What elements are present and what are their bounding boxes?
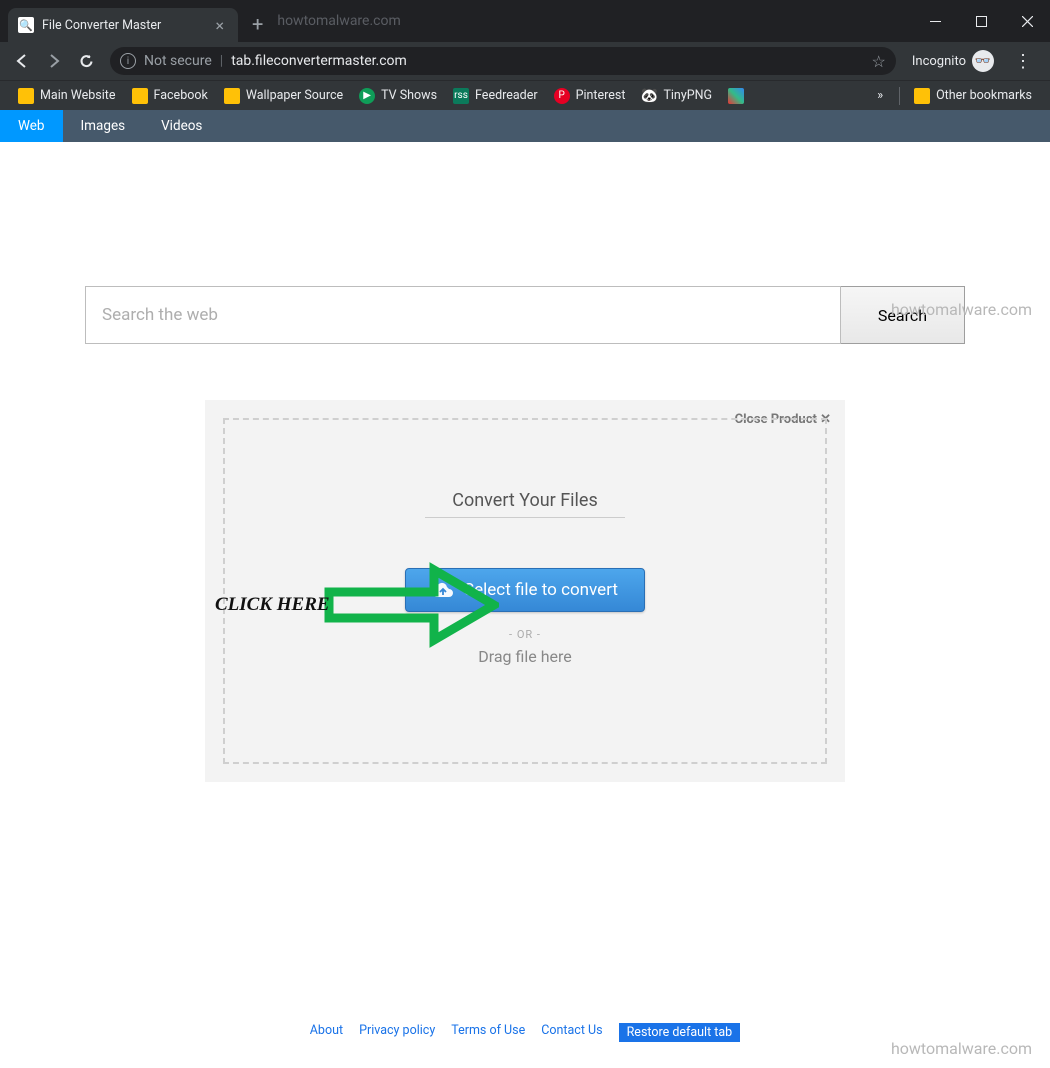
tab-title: File Converter Master	[42, 18, 161, 33]
tab-favicon: 🔍	[18, 17, 34, 33]
play-icon: ▶	[359, 88, 375, 104]
search-input[interactable]	[85, 286, 841, 344]
incognito-icon: 👓	[972, 50, 994, 72]
click-here-annotation: CLICK HERE	[215, 560, 499, 650]
watermark-bottom: howtomalware.com	[891, 1039, 1032, 1058]
folder-icon	[132, 88, 148, 104]
bookmark-extra[interactable]	[720, 88, 752, 104]
page-content: howtomalware.com Search Close Product ✕ …	[0, 286, 1050, 1068]
dropzone[interactable]: Convert Your Files Select file to conver…	[223, 418, 827, 764]
window-controls	[912, 0, 1050, 42]
browser-tab[interactable]: 🔍 File Converter Master ×	[8, 8, 238, 42]
bookmarks-overflow-icon[interactable]: »	[867, 88, 893, 103]
folder-icon	[18, 88, 34, 104]
bookmark-pinterest[interactable]: PPinterest	[546, 88, 634, 104]
footer-contact[interactable]: Contact Us	[541, 1023, 602, 1042]
convert-title: Convert Your Files	[425, 490, 625, 518]
omnibox[interactable]: i Not secure | tab.fileconvertermaster.c…	[110, 47, 896, 75]
tinypng-icon: 🐼	[641, 88, 657, 104]
not-secure-label: Not secure	[144, 53, 212, 69]
info-icon[interactable]: i	[120, 53, 136, 69]
maximize-button[interactable]	[958, 5, 1004, 37]
tab-close-icon[interactable]: ×	[211, 16, 228, 35]
bookmark-main-website[interactable]: Main Website	[10, 88, 124, 104]
close-window-button[interactable]	[1004, 5, 1050, 37]
forward-button[interactable]	[40, 47, 68, 75]
titlebar: 🔍 File Converter Master × + howtomalware…	[0, 0, 1050, 42]
omnibox-divider: |	[220, 53, 223, 69]
address-bar: i Not secure | tab.fileconvertermaster.c…	[0, 42, 1050, 80]
color-icon	[728, 88, 744, 104]
footer-terms[interactable]: Terms of Use	[451, 1023, 525, 1042]
new-tab-button[interactable]: +	[238, 12, 277, 36]
bookmark-divider	[899, 87, 900, 105]
url-text: tab.fileconvertermaster.com	[231, 53, 407, 69]
folder-icon	[224, 88, 240, 104]
arrow-icon	[324, 560, 499, 650]
other-bookmarks[interactable]: Other bookmarks	[906, 88, 1040, 104]
bookmark-star-icon[interactable]: ☆	[872, 52, 886, 71]
feedreader-icon: rss	[453, 88, 469, 104]
bookmark-tinypng[interactable]: 🐼TinyPNG	[633, 88, 720, 104]
titlebar-watermark: howtomalware.com	[277, 13, 400, 29]
click-here-label: CLICK HERE	[215, 594, 330, 616]
bookmark-tv-shows[interactable]: ▶TV Shows	[351, 88, 445, 104]
pinterest-icon: P	[554, 88, 570, 104]
search-bar: Search	[85, 286, 965, 344]
bookmarks-bar: Main Website Facebook Wallpaper Source ▶…	[0, 80, 1050, 110]
footer-restore[interactable]: Restore default tab	[619, 1023, 741, 1042]
bookmark-facebook[interactable]: Facebook	[124, 88, 216, 104]
minimize-button[interactable]	[912, 5, 958, 37]
reload-button[interactable]	[72, 47, 100, 75]
folder-icon	[914, 88, 930, 104]
page-nav-tabs: Web Images Videos	[0, 110, 1050, 142]
footer-privacy[interactable]: Privacy policy	[359, 1023, 435, 1042]
tab-web[interactable]: Web	[0, 110, 63, 142]
incognito-label: Incognito	[912, 54, 966, 69]
back-button[interactable]	[8, 47, 36, 75]
bookmark-wallpaper-source[interactable]: Wallpaper Source	[216, 88, 351, 104]
tab-images[interactable]: Images	[63, 110, 144, 142]
footer-about[interactable]: About	[310, 1023, 343, 1042]
incognito-indicator: Incognito 👓	[912, 50, 994, 72]
tab-videos[interactable]: Videos	[143, 110, 220, 142]
convert-card: Close Product ✕ Convert Your Files Selec…	[205, 400, 845, 782]
or-label: - OR -	[509, 628, 541, 641]
browser-menu-button[interactable]: ⋮	[1004, 51, 1042, 72]
watermark-top: howtomalware.com	[891, 300, 1032, 319]
bookmark-feedreader[interactable]: rssFeedreader	[445, 88, 546, 104]
